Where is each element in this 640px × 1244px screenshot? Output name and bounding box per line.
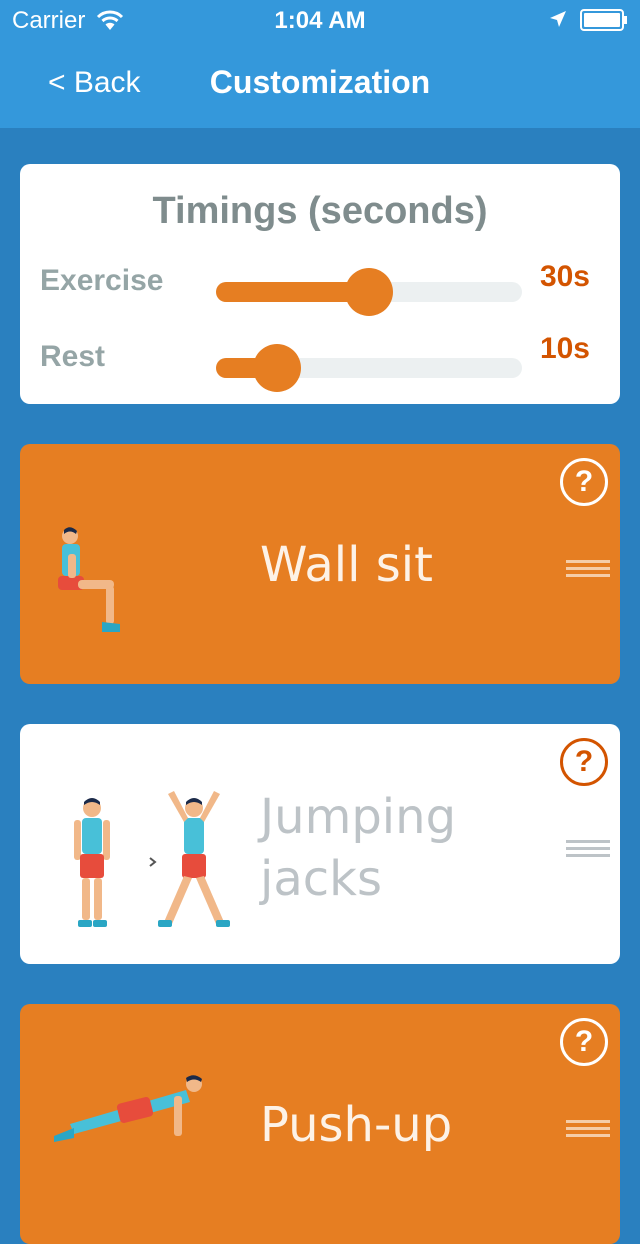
rest-slider-thumb[interactable]	[253, 344, 302, 392]
exercise-card-jumping-jacks[interactable]: Jumping jacks ?	[20, 724, 620, 964]
exercise-card-push-up[interactable]: Push-up ?	[20, 1004, 620, 1244]
location-arrow-icon	[550, 11, 566, 27]
page-title: Customization	[209, 64, 431, 100]
exercise-name-line-2: jacks	[260, 851, 382, 907]
help-button[interactable]: ?	[560, 738, 608, 786]
status-bar: Carrier 1:04 AM	[0, 0, 640, 40]
exercise-name: Push-up	[260, 1097, 453, 1153]
exercise-duration-slider[interactable]	[216, 268, 522, 316]
jumping-jacks-figure-icon	[74, 791, 230, 927]
drag-handle-icon[interactable]	[566, 1120, 610, 1140]
battery-icon	[580, 9, 627, 31]
drag-handle-icon[interactable]	[566, 840, 610, 860]
rest-duration-slider[interactable]	[216, 344, 522, 392]
exercise-slider-thumb[interactable]	[345, 268, 393, 316]
exercise-label: Exercise	[40, 264, 164, 297]
timings-title: Timings (seconds)	[152, 190, 488, 232]
exercise-name: Wall sit	[260, 537, 433, 593]
navigation-bar: Carrier 1:04 AM < Back Customization	[0, 0, 640, 128]
exercise-card-wall-sit[interactable]: Wall sit ?	[20, 444, 620, 684]
exercise-name: Jumping jacks	[260, 786, 456, 910]
rest-label: Rest	[40, 340, 106, 373]
drag-handle-icon[interactable]	[566, 560, 610, 580]
exercise-name-line-1: Jumping	[260, 789, 457, 845]
help-button[interactable]: ?	[560, 458, 608, 506]
timings-card: Timings (seconds) Exercise 30s Rest 10s	[20, 164, 620, 404]
help-button[interactable]: ?	[560, 1018, 608, 1066]
rest-duration-value: 10s	[539, 332, 590, 365]
exercise-duration-value: 30s	[539, 260, 590, 293]
push-up-figure-icon	[54, 1075, 202, 1142]
wall-sit-figure-icon	[58, 527, 120, 632]
clock: 1:04 AM	[274, 7, 366, 34]
